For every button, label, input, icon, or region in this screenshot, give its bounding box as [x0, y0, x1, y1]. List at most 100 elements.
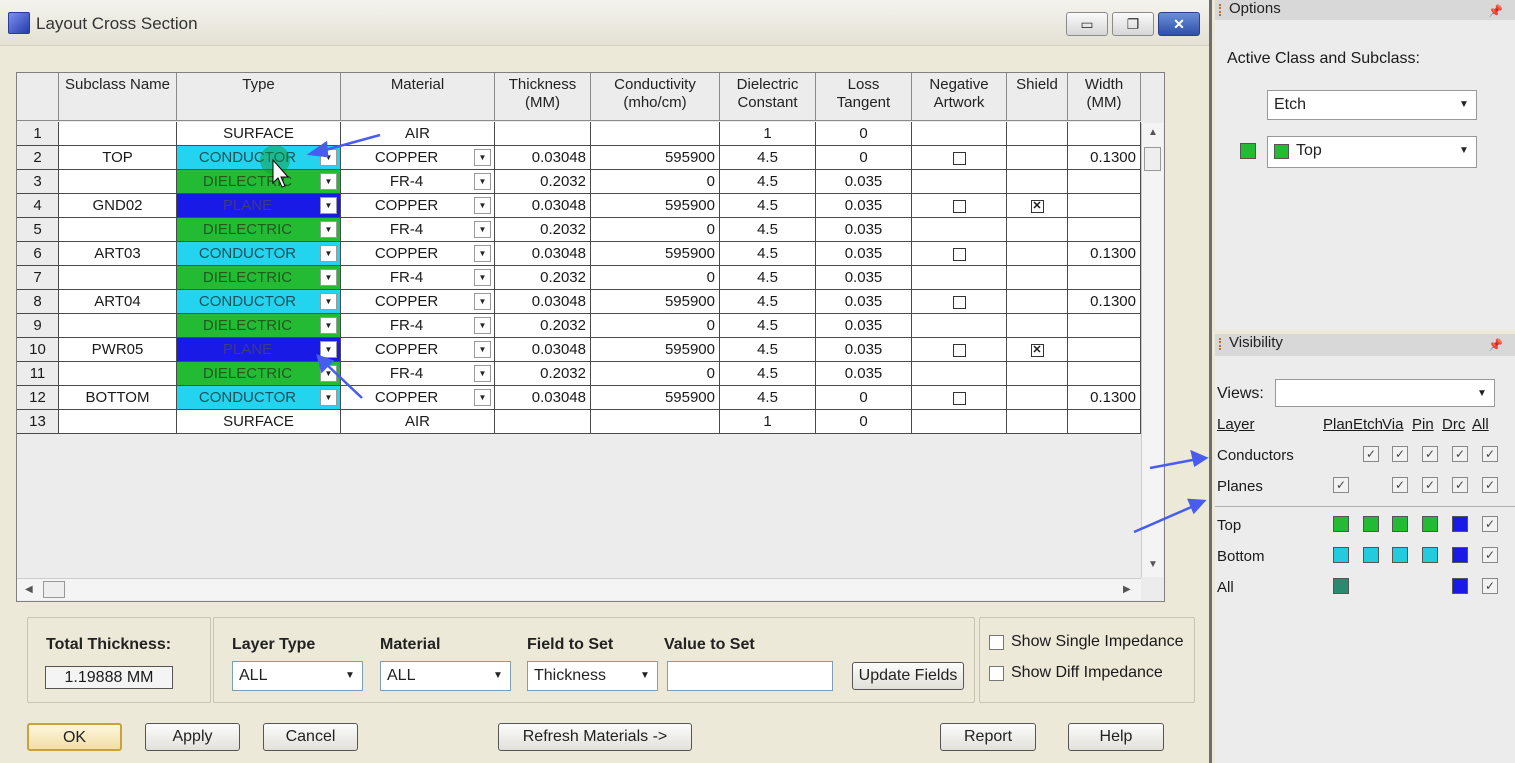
negative-artwork-checkbox[interactable] [952, 295, 966, 309]
cell-name[interactable] [59, 218, 177, 242]
cell-material[interactable]: COPPER ▼ [341, 194, 495, 218]
cell-material[interactable]: COPPER ▼ [341, 290, 495, 314]
shield-checkbox[interactable]: ✕ [1030, 199, 1044, 213]
cell-width[interactable] [1068, 266, 1141, 290]
chevron-down-icon[interactable]: ▼ [474, 317, 491, 334]
cell-material[interactable]: COPPER ▼ [341, 338, 495, 362]
cell-thickness[interactable]: 0.03048 [495, 242, 591, 266]
negative-artwork-checkbox[interactable] [952, 343, 966, 357]
cell-name[interactable] [59, 362, 177, 386]
cell-conductivity[interactable]: 0 [591, 170, 720, 194]
color-swatch[interactable] [1363, 547, 1379, 563]
cell-thickness[interactable]: 0.2032 [495, 266, 591, 290]
cell-material[interactable]: FR-4 ▼ [341, 266, 495, 290]
visibility-checkbox[interactable]: ✓ [1482, 578, 1498, 594]
pin-icon[interactable]: 📌 [1488, 336, 1503, 354]
cell-width[interactable]: 0.1300 [1068, 386, 1141, 410]
chevron-down-icon[interactable]: ▼ [320, 269, 337, 286]
cell-type[interactable]: CONDUCTOR ▼ [177, 242, 341, 266]
cell-neg[interactable] [912, 146, 1007, 170]
cell-material[interactable]: COPPER ▼ [341, 242, 495, 266]
visibility-checkbox[interactable]: ✓ [1422, 446, 1438, 462]
pin-icon[interactable]: 📌 [1488, 2, 1503, 20]
cell-material[interactable]: FR-4 ▼ [341, 314, 495, 338]
color-swatch[interactable] [1422, 516, 1438, 532]
cell-thickness[interactable]: 0.03048 [495, 146, 591, 170]
cancel-button[interactable]: Cancel [263, 723, 358, 751]
cell-thickness[interactable]: 0.2032 [495, 218, 591, 242]
cell-name[interactable] [59, 170, 177, 194]
cell-neg[interactable] [912, 194, 1007, 218]
cell-width[interactable]: 0.1300 [1068, 242, 1141, 266]
visibility-checkbox[interactable]: ✓ [1363, 446, 1379, 462]
visibility-checkbox[interactable]: ✓ [1452, 477, 1468, 493]
visibility-checkbox[interactable]: ✓ [1333, 477, 1349, 493]
cell-name[interactable]: TOP [59, 146, 177, 170]
cell-type[interactable]: DIELECTRIC ▼ [177, 314, 341, 338]
cell-type[interactable]: DIELECTRIC ▼ [177, 170, 341, 194]
visibility-checkbox[interactable]: ✓ [1482, 516, 1498, 532]
cell-width[interactable]: 0.1300 [1068, 146, 1141, 170]
cell-material[interactable]: FR-4 ▼ [341, 218, 495, 242]
cell-neg[interactable] [912, 338, 1007, 362]
cell-conductivity[interactable]: 595900 [591, 338, 720, 362]
active-color-swatch[interactable] [1240, 143, 1256, 159]
color-swatch[interactable] [1452, 516, 1468, 532]
visibility-checkbox[interactable]: ✓ [1392, 477, 1408, 493]
cell-conductivity[interactable]: 0 [591, 362, 720, 386]
cell-loss[interactable]: 0.035 [816, 218, 912, 242]
cell-type[interactable]: PLANE ▼ [177, 194, 341, 218]
vertical-scrollbar[interactable]: ▲ ▼ [1141, 123, 1163, 577]
cell-shield[interactable]: ✕ [1007, 194, 1068, 218]
cell-dielectric[interactable]: 4.5 [720, 290, 816, 314]
cell-width[interactable] [1068, 122, 1141, 146]
update-fields-button[interactable]: Update Fields [852, 662, 964, 690]
cell-loss[interactable]: 0 [816, 146, 912, 170]
cell-conductivity[interactable] [591, 410, 720, 434]
cell-name[interactable]: ART03 [59, 242, 177, 266]
visibility-checkbox[interactable]: ✓ [1392, 446, 1408, 462]
views-select[interactable]: ▼ [1275, 379, 1495, 407]
cell-thickness[interactable]: 0.2032 [495, 170, 591, 194]
chevron-down-icon[interactable]: ▼ [474, 149, 491, 166]
chevron-down-icon[interactable]: ▼ [474, 389, 491, 406]
cell-type[interactable]: CONDUCTOR ▼ [177, 146, 341, 170]
cell-loss[interactable]: 0.035 [816, 362, 912, 386]
cell-dielectric[interactable]: 4.5 [720, 242, 816, 266]
cell-width[interactable] [1068, 314, 1141, 338]
cell-loss[interactable]: 0 [816, 122, 912, 146]
cell-name[interactable]: PWR05 [59, 338, 177, 362]
cell-loss[interactable]: 0.035 [816, 338, 912, 362]
cell-name[interactable] [59, 314, 177, 338]
scroll-up-icon[interactable]: ▲ [1148, 127, 1158, 138]
chevron-down-icon[interactable]: ▼ [320, 317, 337, 334]
value-to-set-input[interactable] [667, 661, 833, 691]
cell-type[interactable]: DIELECTRIC ▼ [177, 266, 341, 290]
cell-thickness[interactable]: 0.03048 [495, 386, 591, 410]
cell-shield[interactable]: ✕ [1007, 338, 1068, 362]
cell-type[interactable]: CONDUCTOR ▼ [177, 386, 341, 410]
cell-dielectric[interactable]: 4.5 [720, 146, 816, 170]
color-swatch[interactable] [1452, 547, 1468, 563]
scroll-down-icon[interactable]: ▼ [1148, 559, 1158, 570]
layer-type-select[interactable]: ALL ▼ [232, 661, 363, 691]
chevron-down-icon[interactable]: ▼ [474, 269, 491, 286]
cell-dielectric[interactable]: 4.5 [720, 170, 816, 194]
cell-neg[interactable] [912, 242, 1007, 266]
cell-dielectric[interactable]: 4.5 [720, 362, 816, 386]
close-button[interactable]: ✕ [1158, 12, 1200, 36]
color-swatch[interactable] [1333, 578, 1349, 594]
cell-type[interactable]: DIELECTRIC ▼ [177, 362, 341, 386]
cell-conductivity[interactable]: 595900 [591, 194, 720, 218]
maximize-button[interactable]: ❐ [1112, 12, 1154, 36]
cell-conductivity[interactable] [591, 122, 720, 146]
cell-conductivity[interactable]: 595900 [591, 242, 720, 266]
cell-dielectric[interactable]: 4.5 [720, 218, 816, 242]
cell-width[interactable] [1068, 218, 1141, 242]
negative-artwork-checkbox[interactable] [952, 391, 966, 405]
cell-neg[interactable] [912, 290, 1007, 314]
cell-conductivity[interactable]: 595900 [591, 146, 720, 170]
cell-conductivity[interactable]: 0 [591, 266, 720, 290]
refresh-materials-button[interactable]: Refresh Materials -> [498, 723, 692, 751]
cell-name[interactable] [59, 410, 177, 434]
